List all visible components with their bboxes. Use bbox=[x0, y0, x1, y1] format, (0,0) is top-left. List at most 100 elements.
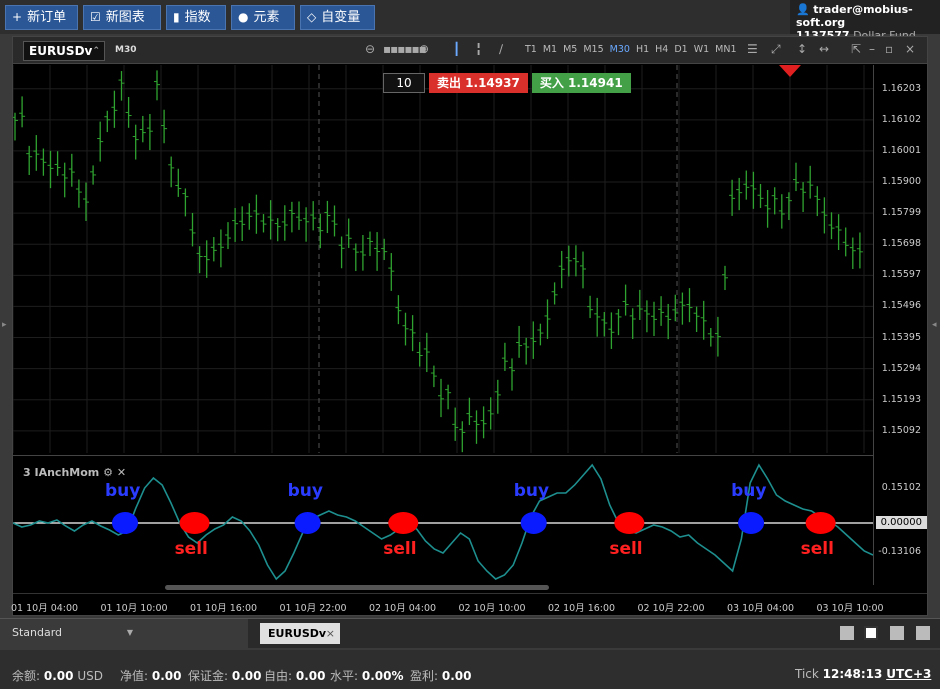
tab-eurusdv[interactable]: EURUSDv × bbox=[260, 623, 340, 644]
price-tick-label: 1.15698 bbox=[881, 238, 921, 250]
bar-type-icon[interactable]: ┃ bbox=[453, 42, 460, 56]
tf-d1[interactable]: D1 bbox=[674, 44, 687, 55]
tf-h1[interactable]: H1 bbox=[636, 44, 649, 55]
price-tick-label: 1.16203 bbox=[881, 82, 921, 94]
chart-icon: ☑ bbox=[90, 10, 101, 24]
time-tick-label: 03 10月 04:00 bbox=[727, 603, 795, 614]
balance: 余额: 0.00 USD bbox=[12, 669, 103, 683]
time-tick-label: 01 10月 10:00 bbox=[100, 603, 168, 614]
elements-button[interactable]: ● 元素 bbox=[231, 5, 295, 30]
price-marker-icon bbox=[779, 65, 801, 77]
right-collapse-icon[interactable]: ◂ bbox=[932, 320, 937, 330]
indicators-button[interactable]: ▮ 指数 bbox=[166, 5, 226, 30]
shapes-icon: ● bbox=[238, 10, 249, 24]
sell-button[interactable]: 卖出 1.14937 bbox=[429, 73, 528, 93]
tf-m15[interactable]: M15 bbox=[583, 44, 603, 55]
diamond-icon: ◇ bbox=[307, 10, 317, 24]
layout-rows-icon[interactable] bbox=[916, 626, 930, 640]
time-tick-label: 02 10月 22:00 bbox=[637, 603, 705, 614]
tf-m1[interactable]: M1 bbox=[543, 44, 557, 55]
chevron-icon: ⌃ bbox=[92, 46, 100, 56]
time-tick-label: 01 10月 22:00 bbox=[279, 603, 347, 614]
buy-label: buy bbox=[513, 481, 550, 501]
buy-button[interactable]: 买入 1.14941 bbox=[531, 73, 631, 93]
measure-icon[interactable]: ↔ bbox=[819, 42, 829, 56]
horizontal-scrollbar[interactable] bbox=[165, 585, 549, 590]
zero-marker: 0.00000 bbox=[875, 516, 927, 529]
tf-h4[interactable]: H4 bbox=[655, 44, 668, 55]
new-chart-button[interactable]: ☑ 新图表 bbox=[83, 5, 161, 30]
equity: 净值: 0.00 bbox=[120, 669, 182, 683]
buy-label: buy bbox=[287, 481, 323, 501]
tf-mn1[interactable]: MN1 bbox=[715, 44, 736, 55]
maximize-icon[interactable]: ▫ bbox=[885, 42, 893, 56]
price-tick-label: 1.15193 bbox=[881, 393, 921, 405]
trendline-icon[interactable]: ⤢ bbox=[771, 42, 781, 57]
price-tick-label: 1.15597 bbox=[881, 269, 921, 281]
profit: 盈利: 0.00 bbox=[410, 669, 472, 683]
minimize-icon[interactable]: – bbox=[869, 42, 875, 56]
tf-m30[interactable]: M30 bbox=[610, 44, 630, 55]
buy-signal-dot bbox=[294, 512, 321, 534]
chart-toolbar: EURUSDv ⌃ M30 ⊖ ▪▪▪▪▪▪ ⊕ ┃ ╏ ∕ T1 M1 M5 M… bbox=[13, 37, 927, 64]
indicator-pane[interactable]: 3 IAnchMom ⚙ ✕ bbox=[13, 455, 873, 585]
buy-signal-dot bbox=[738, 512, 765, 534]
top-toolbar: + 新订单 ☑ 新图表 ▮ 指数 ● 元素 ◇ 自变量 👤 trader@mobius-s… bbox=[0, 0, 940, 42]
server-time: Tick 12:48:13 UTC+3 bbox=[795, 667, 932, 681]
indicator-title: 3 IAnchMom ⚙ ✕ bbox=[23, 466, 127, 479]
new-order-button[interactable]: + 新订单 bbox=[5, 5, 78, 30]
tf-m5[interactable]: M5 bbox=[563, 44, 577, 55]
detach-icon[interactable]: ⇱ bbox=[851, 42, 861, 56]
status-bar: 余额: 0.00 USD 净值: 0.00 保证金: 0.00 自由: 0.00… bbox=[0, 650, 940, 689]
chart-window: EURUSDv ⌃ M30 ⊖ ▪▪▪▪▪▪ ⊕ ┃ ╏ ∕ T1 M1 M5 M… bbox=[11, 36, 928, 616]
time-tick-label: 01 10月 16:00 bbox=[190, 603, 258, 614]
timezone-select[interactable]: UTC+3 bbox=[886, 667, 931, 681]
tab-bar: Standard ▼ EURUSDv × bbox=[0, 618, 940, 649]
price-tick-label: 1.16001 bbox=[881, 144, 921, 156]
symbol-select[interactable]: EURUSDv ⌃ bbox=[23, 41, 105, 61]
sell-signal-dot bbox=[179, 512, 210, 534]
time-axis[interactable]: 01 10月 04:00 01 10月 10:00 01 10月 16:00 01 1… bbox=[11, 593, 927, 615]
vline-icon[interactable]: ↕ bbox=[797, 42, 807, 56]
remove-indicator-icon[interactable]: ✕ bbox=[117, 466, 126, 479]
candle-type-icon[interactable]: ╏ bbox=[475, 42, 482, 56]
close-icon[interactable]: × bbox=[905, 42, 915, 56]
sell-label: sell bbox=[609, 539, 643, 559]
trade-panel: 10 卖出 1.14937 买入 1.14941 bbox=[383, 73, 631, 93]
layout-columns-icon[interactable] bbox=[890, 626, 904, 640]
zoom-out-icon[interactable]: ⊖ bbox=[365, 42, 375, 56]
tf-t1[interactable]: T1 bbox=[525, 44, 537, 55]
hline-icon[interactable]: ☰ bbox=[747, 42, 758, 56]
variables-button[interactable]: ◇ 自变量 bbox=[300, 5, 375, 30]
price-tick-label: 1.15092 bbox=[881, 424, 921, 436]
layout-grid-icon[interactable] bbox=[864, 626, 878, 640]
price-tick-label: 1.15395 bbox=[881, 331, 921, 343]
buy-label: buy bbox=[731, 481, 767, 501]
price-tick-label: 1.15900 bbox=[881, 176, 921, 188]
sell-signal-dot bbox=[388, 512, 419, 534]
price-tick-label: 1.15496 bbox=[881, 300, 921, 312]
gear-icon[interactable]: ⚙ bbox=[103, 466, 113, 479]
free-margin: 自由: 0.00 bbox=[264, 669, 326, 683]
buy-signal-dot bbox=[112, 512, 138, 534]
layout-single-icon[interactable] bbox=[840, 626, 854, 640]
buy-signal-dot bbox=[520, 512, 547, 534]
left-collapse-icon[interactable]: ▸ bbox=[2, 320, 7, 330]
account-panel[interactable]: 👤 trader@mobius-soft.org 1137577 Dollar … bbox=[790, 0, 940, 42]
tf-w1[interactable]: W1 bbox=[694, 44, 709, 55]
bar-chart-icon: ▮ bbox=[173, 10, 180, 24]
quantity-stepper[interactable]: 10 bbox=[383, 73, 425, 93]
indicator-tick-label: -0.13106 bbox=[878, 546, 921, 557]
price-axis[interactable]: 1.16203 1.16102 1.16001 1.15900 1.15799 1.156… bbox=[873, 65, 927, 585]
sell-label: sell bbox=[800, 539, 834, 559]
momentum-chart bbox=[13, 463, 873, 581]
timeframe-label: M30 bbox=[115, 45, 137, 55]
workspace-select[interactable]: Standard ▼ bbox=[0, 619, 248, 649]
zoom-in-icon[interactable]: ⊕ bbox=[419, 42, 429, 56]
line-type-icon[interactable]: ∕ bbox=[499, 42, 503, 56]
close-tab-icon[interactable]: × bbox=[326, 623, 335, 644]
chevron-down-icon: ▼ bbox=[126, 628, 133, 637]
time-tick-label: 02 10月 16:00 bbox=[548, 603, 616, 614]
sell-signal-dot bbox=[614, 512, 645, 534]
price-chart[interactable] bbox=[13, 65, 873, 453]
